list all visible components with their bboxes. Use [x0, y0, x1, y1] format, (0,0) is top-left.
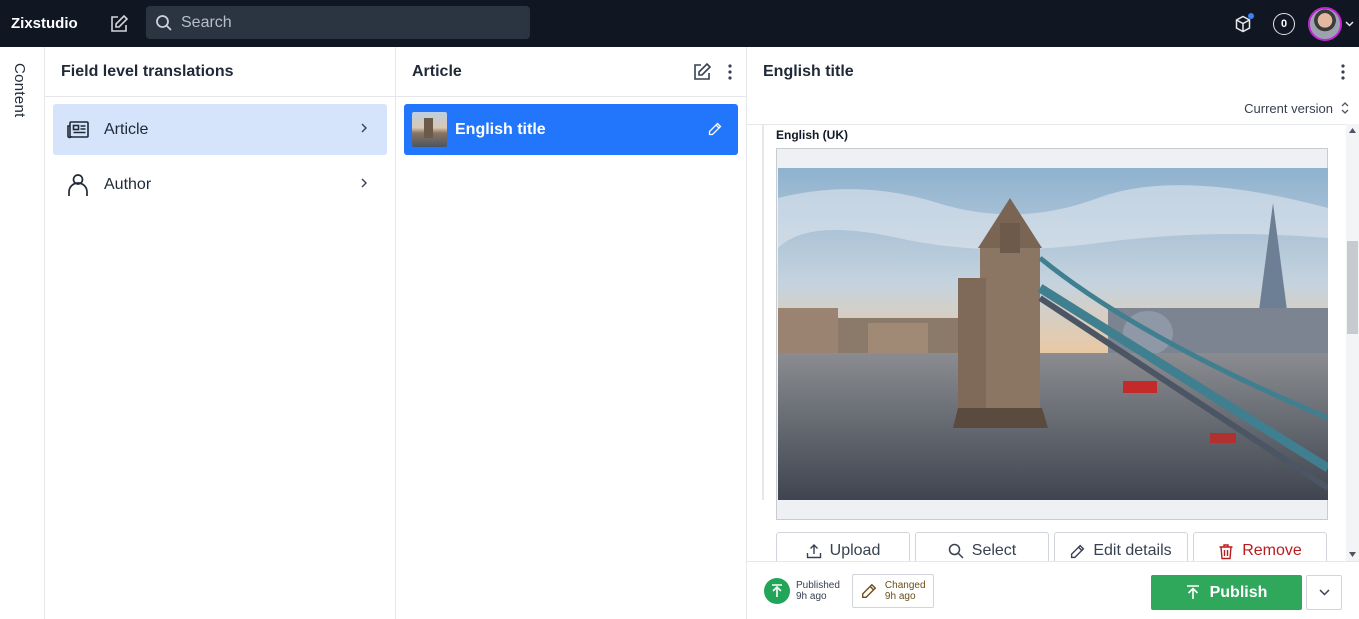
- more-menu-icon[interactable]: [728, 63, 732, 80]
- scroll-up-icon[interactable]: [1349, 128, 1356, 133]
- pencil-icon: [861, 583, 877, 598]
- pencil-icon: [708, 122, 722, 136]
- more-menu-icon[interactable]: [1341, 64, 1345, 80]
- avatar[interactable]: [1308, 6, 1342, 41]
- compose-icon[interactable]: [692, 62, 712, 82]
- editor-footer: Published 9h ago Changed 9h ago Publish: [747, 561, 1359, 619]
- chevron-down-icon: [1318, 589, 1330, 596]
- nav-item-article[interactable]: Article: [53, 104, 387, 155]
- chevron-right-icon: [361, 178, 367, 188]
- publish-arrow-icon: [764, 577, 790, 604]
- notification-dot: [1248, 12, 1254, 19]
- compose-icon[interactable]: [107, 12, 131, 36]
- cube-icon[interactable]: [1231, 12, 1255, 36]
- publish-arrow-icon: [1186, 585, 1199, 599]
- published-label: Published: [796, 579, 840, 591]
- select-label: Select: [971, 542, 1017, 559]
- search-icon: [948, 543, 964, 559]
- remove-button[interactable]: Remove: [1193, 532, 1327, 561]
- editor-body: English (UK) Upload Select Edit details …: [747, 124, 1359, 561]
- chevron-down-icon[interactable]: [1345, 20, 1354, 27]
- trash-icon: [1219, 543, 1233, 559]
- published-status[interactable]: Published 9h ago: [764, 577, 840, 604]
- brand-logo[interactable]: Zixstudio: [11, 15, 101, 32]
- field-label: English (UK): [776, 128, 848, 142]
- nav-item-author[interactable]: Author: [53, 159, 387, 210]
- changed-time: 9h ago: [884, 590, 916, 602]
- document-item[interactable]: English title: [404, 104, 738, 155]
- nav-item-label: Author: [104, 175, 152, 193]
- version-selector[interactable]: Current version: [1244, 99, 1349, 117]
- editor-header: English title: [747, 47, 1359, 97]
- upload-icon: [806, 544, 821, 559]
- changed-label: Changed: [884, 579, 926, 591]
- search-input[interactable]: [181, 13, 501, 32]
- upload-label: Upload: [829, 542, 881, 559]
- content-side-tab[interactable]: Content: [0, 47, 45, 619]
- scrollbar-thumb[interactable]: [1347, 241, 1358, 334]
- publish-button[interactable]: Publish: [1151, 575, 1302, 610]
- version-label: Current version: [1244, 100, 1333, 116]
- document-list-pane: Article English title: [396, 47, 747, 619]
- pane-header: Article: [396, 47, 746, 97]
- field-indent-rule: [762, 125, 764, 500]
- pencil-icon: [1071, 544, 1085, 558]
- image-field[interactable]: [776, 148, 1328, 520]
- document-title: English title: [455, 120, 546, 138]
- published-time: 9h ago: [796, 590, 827, 602]
- structure-pane: Field level translations Article Author: [45, 47, 396, 619]
- pane-title: Article: [412, 62, 462, 80]
- scroll-down-icon[interactable]: [1349, 552, 1356, 557]
- image-actions: Upload Select Edit details Remove: [776, 532, 1327, 561]
- notification-count-badge[interactable]: 0: [1273, 12, 1295, 35]
- tower-bridge-image: [778, 168, 1328, 500]
- chevron-right-icon: [361, 123, 367, 133]
- document-thumbnail: [412, 112, 447, 147]
- edit-details-button[interactable]: Edit details: [1054, 532, 1188, 561]
- edit-details-label: Edit details: [1093, 542, 1172, 559]
- changed-status[interactable]: Changed 9h ago: [851, 573, 934, 608]
- chevron-updown-icon: [1341, 102, 1349, 114]
- select-button[interactable]: Select: [915, 532, 1049, 561]
- pane-title: Field level translations: [45, 47, 395, 97]
- top-bar: Zixstudio 0: [0, 0, 1359, 47]
- editor-pane: English title Current version English (U…: [747, 47, 1359, 619]
- search-icon: [156, 14, 172, 31]
- content-tab-label: Content: [11, 63, 28, 118]
- editor-scrollbar[interactable]: [1346, 124, 1359, 561]
- nav-item-label: Article: [104, 120, 149, 138]
- newspaper-icon: [65, 117, 91, 143]
- upload-button[interactable]: Upload: [776, 532, 910, 561]
- publish-menu-button[interactable]: [1306, 575, 1342, 610]
- user-icon: [65, 172, 91, 198]
- publish-label: Publish: [1209, 583, 1268, 601]
- remove-label: Remove: [1242, 542, 1302, 559]
- document-title-heading: English title: [763, 63, 854, 80]
- search-box[interactable]: [146, 6, 530, 39]
